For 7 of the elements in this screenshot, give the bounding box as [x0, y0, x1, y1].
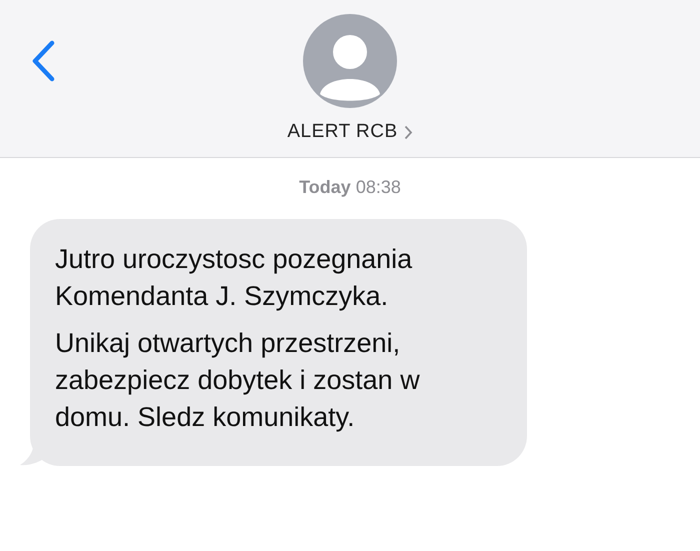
avatar-icon[interactable]	[303, 14, 397, 108]
message-text: Unikaj otwartych przestrzeni, zabezpiecz dobytek i zostan w domu. Sledz komunikaty.	[55, 327, 421, 434]
message-text: Jutro uroczystosc pozegnania Komendanta J. Szymczyka.	[55, 243, 414, 313]
back-icon[interactable]	[30, 40, 56, 82]
timestamp: Today 08:38	[299, 176, 401, 199]
chevron-right-icon[interactable]	[404, 124, 413, 140]
contact-name[interactable]: ALERT RCB	[287, 118, 398, 146]
